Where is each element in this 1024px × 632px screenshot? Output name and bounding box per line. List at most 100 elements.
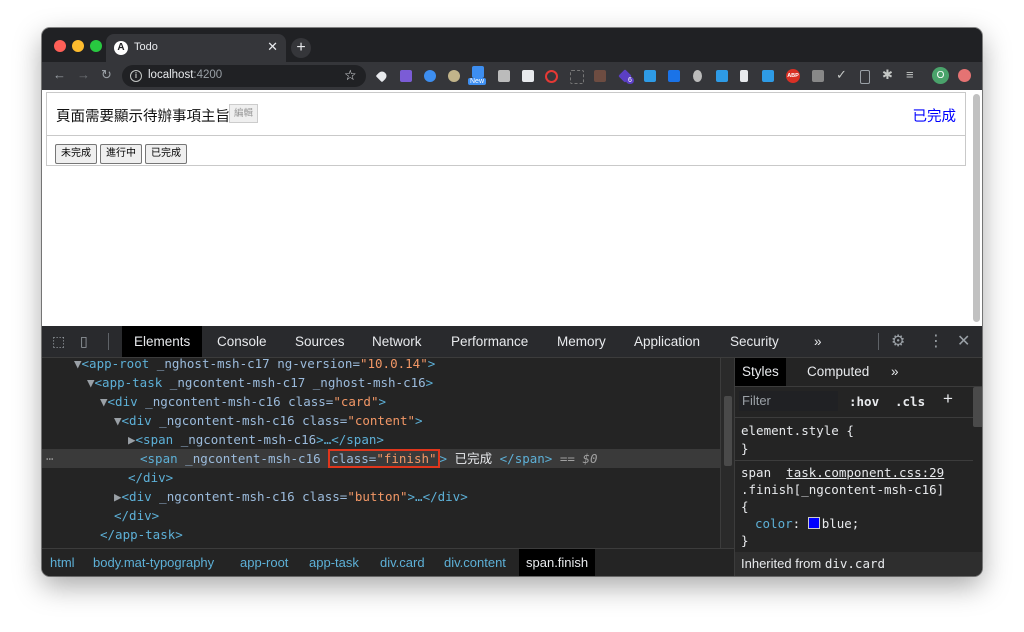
web-page: 頁面需要顯示待辦事項主旨 編輯 已完成 未完成 進行中 已完成 <box>42 90 982 326</box>
tab-network[interactable]: Network <box>372 326 422 357</box>
extension-owl-icon[interactable] <box>594 70 606 82</box>
back-icon[interactable]: ← <box>53 67 66 82</box>
device-toolbar-icon[interactable]: ▯ <box>80 333 88 350</box>
extension-board-icon[interactable] <box>762 70 774 82</box>
more-options-icon[interactable]: ⋮ <box>928 331 944 351</box>
color-swatch[interactable] <box>807 517 820 529</box>
close-devtools-icon[interactable]: ✕ <box>957 331 970 351</box>
task-card: 頁面需要顯示待辦事項主旨 編輯 已完成 未完成 進行中 已完成 <box>46 92 966 166</box>
devtools-panel: ⬚ ▯ Elements Console Sources Network Per… <box>42 326 982 576</box>
crumb-html[interactable]: html <box>50 555 75 570</box>
extension-screenshot-icon[interactable] <box>570 70 584 84</box>
tab-memory[interactable]: Memory <box>557 326 606 357</box>
rule-header: span task.component.css:29 <box>741 465 945 480</box>
extension-translate-icon[interactable] <box>498 70 510 82</box>
extension-news-icon[interactable] <box>472 66 484 78</box>
tab-sources[interactable]: Sources <box>295 326 345 357</box>
inherited-element-link[interactable]: div.card <box>825 556 885 571</box>
styles-filter-bar: Filter :hov .cls + <box>735 387 982 418</box>
not-done-button[interactable]: 未完成 <box>55 144 97 164</box>
new-tab-button[interactable]: + <box>291 38 311 58</box>
crumb-div-content[interactable]: div.content <box>444 555 506 570</box>
rule-close-brace: } <box>741 533 749 548</box>
tab-title: Todo <box>134 41 158 53</box>
bookmark-star-icon[interactable]: ☆ <box>344 67 357 84</box>
extension-trello-icon[interactable] <box>716 70 728 82</box>
crumb-span-finish[interactable]: span.finish <box>519 549 596 576</box>
update-menu-icon[interactable] <box>958 69 971 82</box>
class-toggle[interactable]: .cls <box>895 394 925 409</box>
extension-compass-icon[interactable] <box>424 70 436 82</box>
elements-scrollbar[interactable] <box>720 358 735 548</box>
close-window-button[interactable] <box>54 40 66 52</box>
crumb-body[interactable]: body.mat-typography <box>93 555 214 570</box>
extension-photo-icon[interactable] <box>644 70 656 82</box>
node-actions-icon[interactable]: ⋯ <box>46 449 54 468</box>
profile-avatar[interactable]: O <box>932 67 949 84</box>
more-panes-icon[interactable]: » <box>891 358 899 386</box>
tab-console[interactable]: Console <box>217 326 267 357</box>
dom-node-div-card[interactable]: ▼<div _ngcontent-msh-c16 class="card"> <box>100 392 386 411</box>
extension-adblock-icon[interactable]: ABP <box>786 69 800 83</box>
settings-gear-icon[interactable]: ⚙ <box>891 331 905 351</box>
styles-filter-input[interactable]: Filter <box>739 391 838 411</box>
styles-scrollbar[interactable] <box>973 387 982 427</box>
element-style-rule[interactable]: element.style { <box>741 423 854 438</box>
breadcrumb: html body.mat-typography app-root app-ta… <box>42 548 734 576</box>
dom-node-close-div-card[interactable]: </div> <box>114 506 159 525</box>
site-info-icon[interactable]: i <box>130 70 142 82</box>
hover-state-toggle[interactable]: :hov <box>849 394 879 409</box>
extensions-puzzle-icon[interactable]: ✱ <box>882 67 893 83</box>
tab-elements[interactable]: Elements <box>122 326 203 357</box>
page-scrollbar[interactable] <box>973 94 980 322</box>
address-bar[interactable]: i localhost:4200 ☆ <box>122 65 366 87</box>
dom-node-div-content[interactable]: ▼<div _ngcontent-msh-c16 class="content"… <box>114 411 423 430</box>
media-queue-icon[interactable]: ≡ <box>906 67 914 82</box>
color-declaration[interactable]: color: blue; <box>755 516 859 531</box>
dom-node-app-task[interactable]: ▼<app-task _ngcontent-msh-c17 _nghost-ms… <box>87 373 433 392</box>
dom-node-app-root[interactable]: ▼<app-root _nghost-msh-c17 ng-version="1… <box>74 354 435 373</box>
dom-node-span-collapsed[interactable]: ▶<span _ngcontent-msh-c16>…</span> <box>128 430 384 449</box>
more-tabs-icon[interactable]: » <box>814 326 822 357</box>
extension-gem-icon[interactable] <box>375 69 389 83</box>
minimize-window-button[interactable] <box>72 40 84 52</box>
extension-doc-icon[interactable] <box>860 70 870 84</box>
extension-pin-icon[interactable] <box>693 70 702 82</box>
crumb-div-card[interactable]: div.card <box>380 555 425 570</box>
forward-icon[interactable]: → <box>77 67 90 82</box>
extension-block-icon[interactable] <box>545 70 558 83</box>
tab-application[interactable]: Application <box>634 326 700 357</box>
done-button[interactable]: 已完成 <box>145 144 187 164</box>
extension-window-icon[interactable] <box>522 70 534 82</box>
in-progress-button[interactable]: 進行中 <box>100 144 142 164</box>
scrollbar-thumb[interactable] <box>724 396 732 466</box>
crumb-app-root[interactable]: app-root <box>240 555 288 570</box>
extension-columns-icon[interactable] <box>740 70 748 82</box>
dom-node-close-div[interactable]: </div> <box>128 468 173 487</box>
extension-onenote-icon[interactable] <box>400 70 412 82</box>
crumb-app-task[interactable]: app-task <box>309 555 359 570</box>
inspect-element-icon[interactable]: ⬚ <box>52 333 65 350</box>
tab-security[interactable]: Security <box>730 326 779 357</box>
extension-check-icon[interactable]: ✓ <box>836 67 847 83</box>
rule-source-link[interactable]: task.component.css:29 <box>786 465 944 480</box>
extension-shell-icon[interactable] <box>448 70 460 82</box>
reload-icon[interactable]: ↻ <box>101 67 112 83</box>
extension-chart-icon[interactable] <box>668 70 680 82</box>
close-tab-icon[interactable]: ✕ <box>267 39 278 55</box>
elements-tree: ▼<app-root _nghost-msh-c17 ng-version="1… <box>42 356 720 548</box>
status-button-group: 未完成 進行中 已完成 <box>55 143 190 164</box>
browser-tab[interactable]: A Todo ✕ <box>106 34 286 62</box>
dom-node-span-finish-selected[interactable]: ⋯ <span _ngcontent-msh-c16 class="finish"… <box>42 449 720 468</box>
tab-computed[interactable]: Computed <box>807 358 869 386</box>
browser-window: A Todo ✕ + ← → ↻ i localhost:4200 ☆ New … <box>42 28 982 576</box>
tab-styles[interactable]: Styles <box>735 358 786 386</box>
edit-button[interactable]: 編輯 <box>229 104 259 123</box>
zoom-window-button[interactable] <box>90 40 102 52</box>
rule-selector[interactable]: .finish[_ngcontent-msh-c16] <box>741 482 944 497</box>
dom-node-close-app-task[interactable]: </app-task> <box>100 525 183 544</box>
new-style-rule-icon[interactable]: + <box>943 389 953 409</box>
dom-node-div-button[interactable]: ▶<div _ngcontent-msh-c16 class="button">… <box>114 487 468 506</box>
tab-performance[interactable]: Performance <box>451 326 528 357</box>
extension-media-icon[interactable] <box>812 70 824 82</box>
